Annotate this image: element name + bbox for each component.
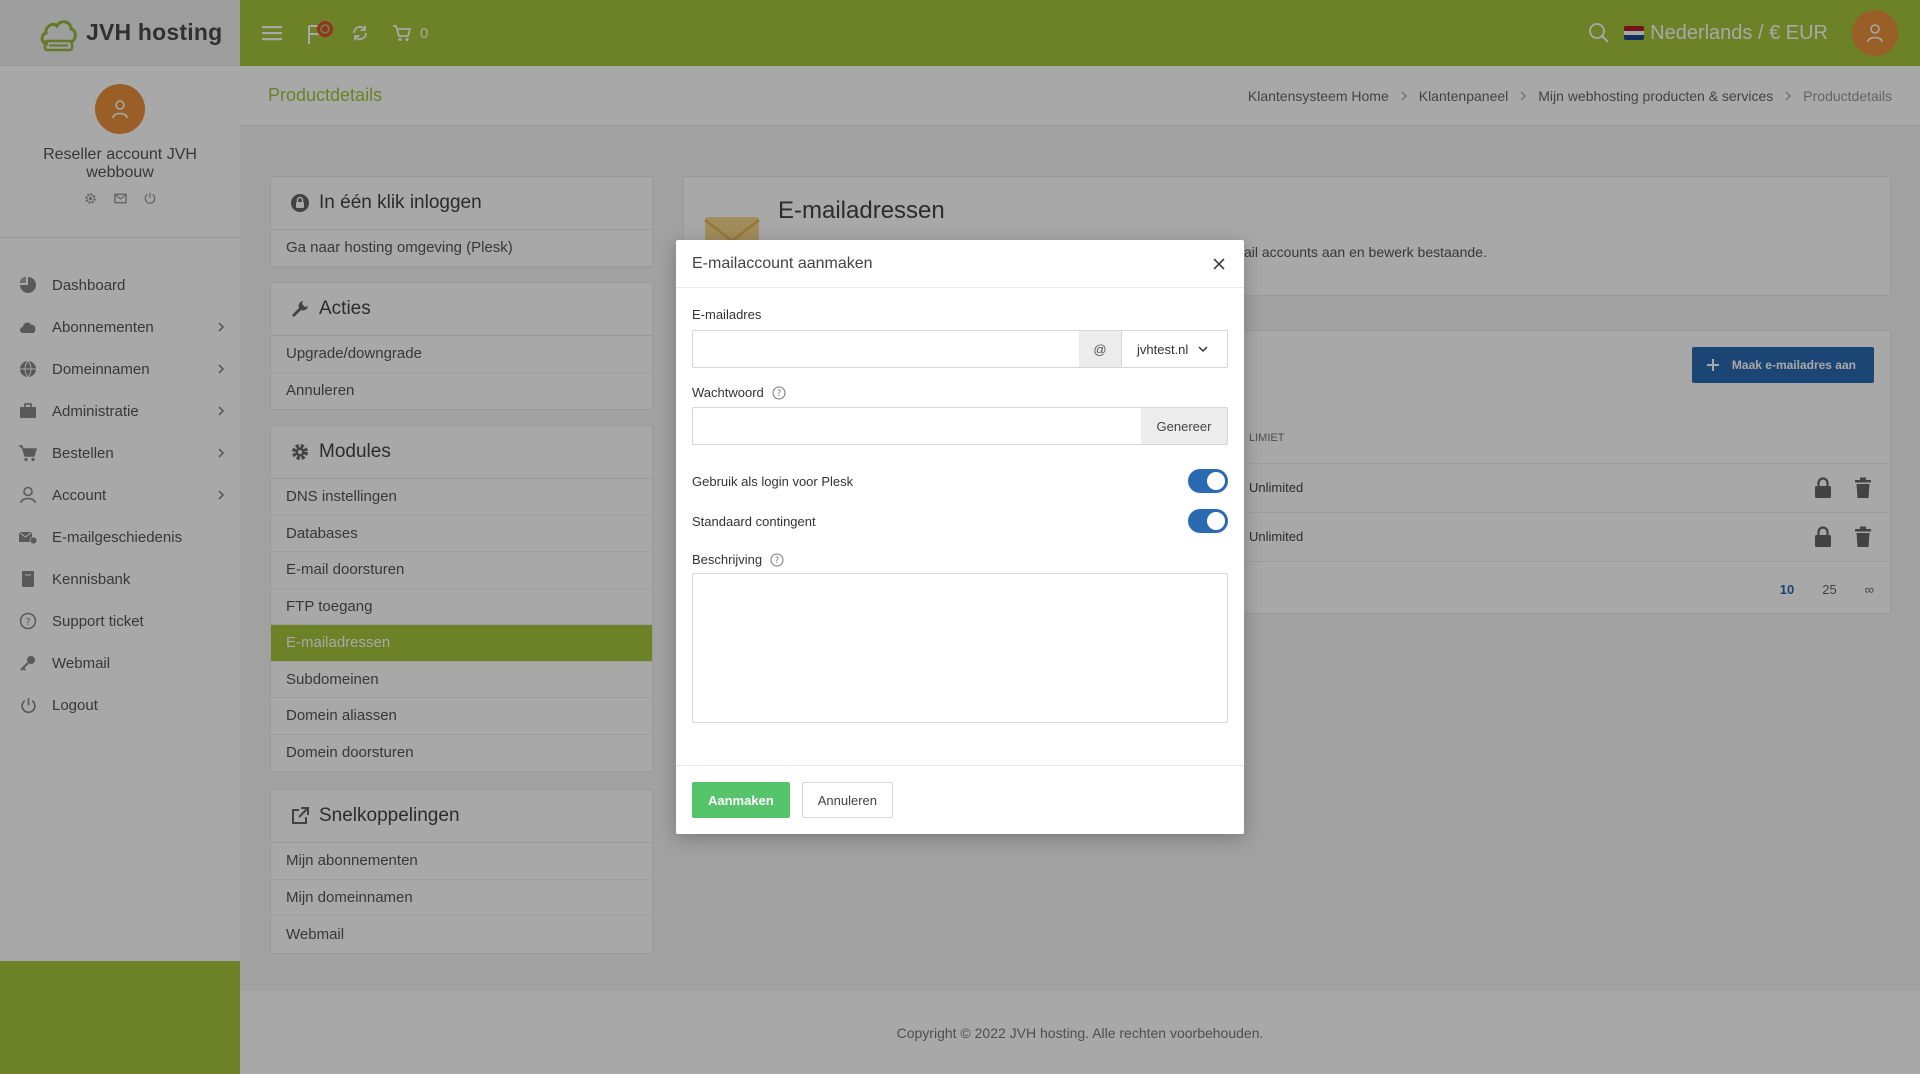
at-addon: @ <box>1079 330 1122 368</box>
svg-text:?: ? <box>777 389 782 399</box>
modal-footer: Aanmaken Annuleren <box>676 765 1244 834</box>
plesk-login-label: Gebruik als login voor Plesk <box>692 473 854 489</box>
plesk-login-toggle[interactable] <box>1188 469 1228 493</box>
generate-password-button[interactable]: Genereer <box>1141 407 1228 445</box>
cancel-button[interactable]: Annuleren <box>801 782 894 818</box>
modal-title: E-mailaccount aanmaken <box>692 254 873 272</box>
quota-row: Standaard contingent <box>692 509 1228 533</box>
close-icon[interactable] <box>1210 255 1228 273</box>
svg-text:?: ? <box>775 556 780 566</box>
help-icon[interactable]: ? <box>770 553 784 567</box>
chevron-down-icon <box>1198 345 1208 352</box>
quota-label: Standaard contingent <box>692 513 816 529</box>
domain-select[interactable]: jvhtest.nl <box>1122 330 1228 368</box>
password-label: Wachtwoord ? <box>692 385 786 400</box>
quota-toggle[interactable] <box>1188 509 1228 533</box>
password-input[interactable] <box>692 407 1142 445</box>
create-email-modal: E-mailaccount aanmaken E-mailadres @ jvh… <box>676 240 1244 834</box>
email-local-input[interactable] <box>692 330 1080 368</box>
description-textarea[interactable] <box>692 573 1228 723</box>
create-button[interactable]: Aanmaken <box>692 782 790 818</box>
plesk-login-row: Gebruik als login voor Plesk <box>692 469 1228 493</box>
help-icon[interactable]: ? <box>772 386 786 400</box>
email-label: E-mailadres <box>692 307 762 322</box>
description-label: Beschrijving ? <box>692 552 784 567</box>
